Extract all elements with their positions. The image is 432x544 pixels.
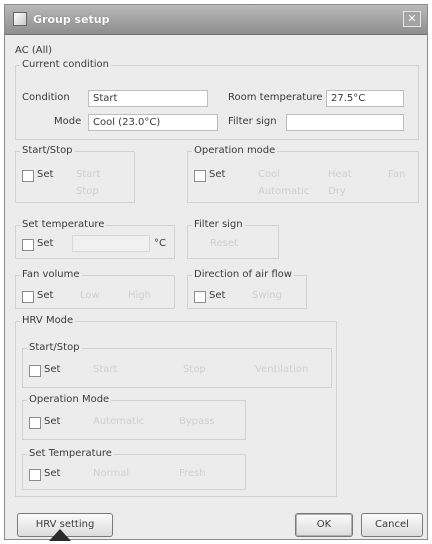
filter-sign-group: Filter sign Reset (187, 219, 279, 259)
set-temperature-group: Set temperature Set °C (15, 219, 175, 259)
hrv-set-temperature-set-label: Set (44, 468, 61, 479)
hrv-mode-group: HRV Mode Start/Stop Set Start Stop Venti… (15, 315, 337, 497)
hrv-mode-title: HRV Mode (20, 315, 76, 326)
filter-reset-button[interactable]: Reset (210, 238, 238, 249)
mode-option-cool[interactable]: Cool (258, 169, 280, 180)
operation-mode-title: Operation mode (192, 145, 278, 156)
filter-sign-status-label: Filter sign (228, 116, 277, 127)
temperature-unit: °C (154, 238, 166, 249)
hrv-operation-mode-title: Operation Mode (27, 394, 112, 405)
start-stop-group: Start/Stop Set Start Stop (15, 145, 135, 203)
mode-label: Mode (54, 116, 82, 127)
hrv-normal-option[interactable]: Normal (93, 468, 129, 479)
stop-option[interactable]: Stop (76, 186, 99, 197)
window-title: Group setup (33, 13, 110, 26)
hrv-start-stop-set-label: Set (44, 364, 61, 375)
fan-volume-title: Fan volume (20, 269, 82, 280)
hrv-start-stop-group: Start/Stop Set Start Stop Ventilation (22, 342, 332, 388)
mode-option-fan[interactable]: Fan (388, 169, 405, 180)
current-condition-title: Current condition (20, 59, 111, 70)
air-flow-set-label: Set (209, 290, 226, 301)
mode-option-dry[interactable]: Dry (328, 186, 346, 197)
start-stop-set-label: Set (37, 169, 54, 180)
air-flow-checkbox[interactable] (194, 291, 206, 303)
operation-mode-group: Operation mode Set Cool Heat Fan Automat… (187, 145, 419, 203)
hrv-start-stop-checkbox[interactable] (29, 365, 41, 377)
hrv-start-option[interactable]: Start (93, 364, 117, 375)
filter-sign-title: Filter sign (192, 219, 245, 230)
hrv-set-temperature-title: Set Temperature (27, 448, 114, 459)
hrv-automatic-option[interactable]: Automatic (93, 416, 144, 427)
fan-volume-group: Fan volume Set Low High (15, 269, 175, 309)
room-temperature-label: Room temperature (228, 92, 323, 103)
ac-label: AC (All) (15, 45, 53, 56)
title-bar[interactable]: Group setup ✕ (5, 5, 427, 35)
mode-option-automatic[interactable]: Automatic (258, 186, 309, 197)
cancel-button[interactable]: Cancel (361, 513, 423, 537)
fan-high-option[interactable]: High (128, 290, 151, 301)
hrv-ventilation-option[interactable]: Ventilation (255, 364, 308, 375)
hrv-operation-mode-set-label: Set (44, 416, 61, 427)
ok-button[interactable]: OK (295, 513, 353, 537)
condition-field: Start (88, 90, 208, 107)
hrv-fresh-option[interactable]: Fresh (179, 468, 206, 479)
air-flow-title: Direction of air flow (192, 269, 294, 280)
start-stop-set-checkbox[interactable] (22, 170, 34, 182)
hrv-set-temperature-group: Set Temperature Set Normal Fresh (22, 448, 246, 490)
start-stop-title: Start/Stop (20, 145, 75, 156)
close-button[interactable]: ✕ (403, 11, 421, 27)
operation-mode-set-checkbox[interactable] (194, 170, 206, 182)
app-icon (13, 12, 27, 26)
filter-sign-status-field (286, 114, 404, 131)
fan-volume-checkbox[interactable] (22, 291, 34, 303)
group-setup-window: Group setup ✕ AC (All) Current condition… (4, 4, 428, 540)
air-flow-group: Direction of air flow Set Swing (187, 269, 307, 309)
air-flow-swing-option[interactable]: Swing (252, 290, 282, 301)
set-temperature-set-label: Set (37, 238, 54, 249)
set-temperature-input[interactable] (72, 235, 150, 252)
set-temperature-checkbox[interactable] (22, 239, 34, 251)
room-temperature-field: 27.5°C (326, 90, 404, 107)
mouse-pointer-icon (49, 529, 71, 541)
current-condition-group: Current condition Condition Start Room t… (15, 59, 419, 140)
fan-volume-set-label: Set (37, 290, 54, 301)
mode-option-heat[interactable]: Heat (328, 169, 352, 180)
hrv-operation-mode-checkbox[interactable] (29, 417, 41, 429)
condition-label: Condition (22, 92, 70, 103)
operation-mode-set-label: Set (209, 169, 226, 180)
hrv-start-stop-title: Start/Stop (27, 342, 82, 353)
hrv-stop-option[interactable]: Stop (183, 364, 206, 375)
hrv-bypass-option[interactable]: Bypass (179, 416, 215, 427)
hrv-set-temperature-checkbox[interactable] (29, 469, 41, 481)
mode-field: Cool (23.0°C) (88, 114, 218, 131)
start-option[interactable]: Start (76, 169, 100, 180)
set-temperature-title: Set temperature (20, 219, 107, 230)
fan-low-option[interactable]: Low (80, 290, 100, 301)
hrv-operation-mode-group: Operation Mode Set Automatic Bypass (22, 394, 246, 440)
